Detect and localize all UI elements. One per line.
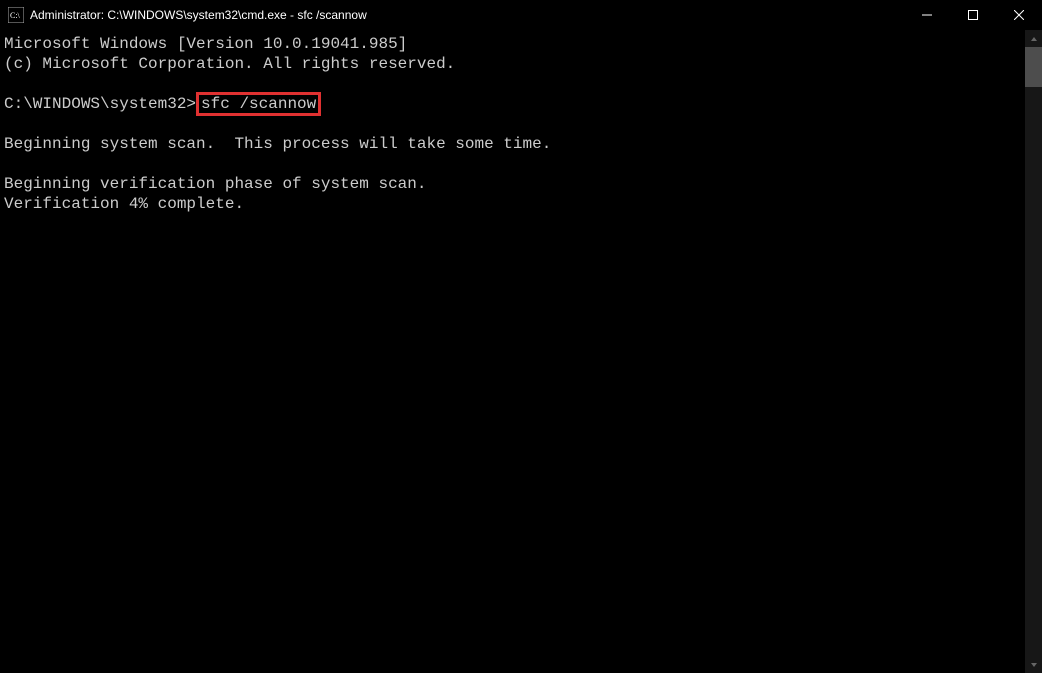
output-blank xyxy=(4,154,1021,174)
cmd-icon: C:\ xyxy=(8,7,24,23)
output-line: Beginning verification phase of system s… xyxy=(4,174,1021,194)
output-blank xyxy=(4,114,1021,134)
maximize-button[interactable] xyxy=(950,0,996,30)
cmd-window: C:\ Administrator: C:\WINDOWS\system32\c… xyxy=(0,0,1042,673)
close-button[interactable] xyxy=(996,0,1042,30)
svg-text:C:\: C:\ xyxy=(10,11,21,20)
scroll-up-button[interactable] xyxy=(1025,30,1042,47)
output-blank xyxy=(4,74,1021,94)
prompt-text: C:\WINDOWS\system32> xyxy=(4,95,196,113)
output-line: (c) Microsoft Corporation. All rights re… xyxy=(4,54,1021,74)
vertical-scrollbar[interactable] xyxy=(1025,30,1042,673)
output-line: Beginning system scan. This process will… xyxy=(4,134,1021,154)
titlebar[interactable]: C:\ Administrator: C:\WINDOWS\system32\c… xyxy=(0,0,1042,30)
output-line: Verification 4% complete. xyxy=(4,194,1021,214)
window-controls xyxy=(904,0,1042,30)
scrollbar-track[interactable] xyxy=(1025,47,1042,656)
terminal-output[interactable]: Microsoft Windows [Version 10.0.19041.98… xyxy=(0,30,1025,673)
output-line: Microsoft Windows [Version 10.0.19041.98… xyxy=(4,34,1021,54)
scrollbar-thumb[interactable] xyxy=(1025,47,1042,87)
minimize-button[interactable] xyxy=(904,0,950,30)
prompt-line: C:\WINDOWS\system32>sfc /scannow xyxy=(4,94,1021,114)
scroll-down-button[interactable] xyxy=(1025,656,1042,673)
window-title: Administrator: C:\WINDOWS\system32\cmd.e… xyxy=(30,8,904,22)
terminal-area: Microsoft Windows [Version 10.0.19041.98… xyxy=(0,30,1042,673)
highlighted-command: sfc /scannow xyxy=(196,92,321,116)
